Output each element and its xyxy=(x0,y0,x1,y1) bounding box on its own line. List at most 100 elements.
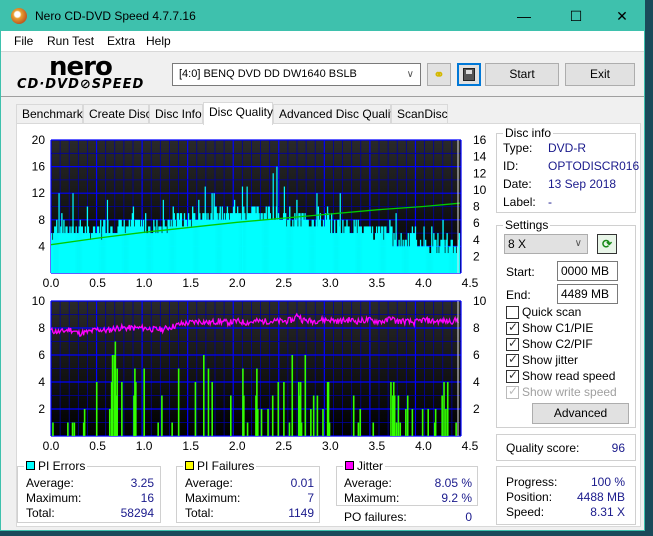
y2-tick-label: 8 xyxy=(473,200,480,214)
x-tick-label: 2.0 xyxy=(229,276,246,290)
pi-failure-bar xyxy=(243,395,245,436)
pi-failure-bar xyxy=(71,422,74,436)
x-tick-label: 4.0 xyxy=(415,439,432,453)
start-label: Start: xyxy=(506,265,535,279)
po-failures-label: PO failures: xyxy=(344,510,407,524)
pi-failures-max-value: 7 xyxy=(307,491,314,505)
position-value: 4488 MB xyxy=(576,490,625,504)
pi-failure-bar xyxy=(95,382,98,436)
pi-error-peak xyxy=(162,199,164,273)
show-c1-pie-label: Show C1/PIE xyxy=(522,321,594,335)
end-label: End: xyxy=(506,288,531,302)
pi-failure-bar xyxy=(310,409,312,436)
pi-error-peak xyxy=(246,186,248,273)
pi-failure-bar xyxy=(116,368,119,436)
show-write-speed-checkbox xyxy=(506,384,519,399)
x-tick-label: 4.5 xyxy=(462,439,479,453)
pi-failure-bar xyxy=(322,409,324,436)
jitter-avg-value: 8.05 % xyxy=(434,476,472,490)
pi-failure-bar xyxy=(421,409,424,436)
show-c2-pif-checkbox[interactable] xyxy=(506,336,519,351)
y-tick-label: 12 xyxy=(32,186,46,200)
y2-tick-label: 4 xyxy=(473,375,480,389)
pi-error-peak xyxy=(276,166,278,273)
disc-label-label: Label: xyxy=(503,195,536,209)
y-tick-label: 10 xyxy=(32,294,46,308)
pi-failures-max-label: Maximum: xyxy=(185,491,241,505)
pi-failure-bar xyxy=(157,422,159,436)
pi-failure-bar xyxy=(135,382,137,436)
pi-failure-bar xyxy=(405,409,407,436)
y-tick-label: 2 xyxy=(38,402,45,416)
jitter-swatch xyxy=(345,461,354,470)
pi-errors-avg-label: Average: xyxy=(26,476,74,490)
pi-error-peak xyxy=(272,173,274,273)
pi-failure-bar xyxy=(73,422,76,436)
speed-select[interactable]: 8 X ∨ xyxy=(504,234,588,254)
x-tick-label: 0.0 xyxy=(43,439,60,453)
advanced-button[interactable]: Advanced xyxy=(532,403,629,424)
pi-error-peak xyxy=(283,186,285,273)
pi-failure-bar xyxy=(312,395,315,436)
y2-tick-label: 2 xyxy=(473,402,480,416)
disc-type-label: Type: xyxy=(503,141,533,155)
y2-tick-label: 12 xyxy=(473,166,487,180)
show-read-speed-checkbox[interactable] xyxy=(506,368,519,383)
y2-tick-label: 8 xyxy=(473,321,480,335)
pi-errors-total-label: Total: xyxy=(26,506,55,520)
x-tick-label: 4.0 xyxy=(415,276,432,290)
pi-error-peak xyxy=(316,193,318,273)
disc-id-label: ID: xyxy=(503,159,519,173)
refresh-speed-button[interactable]: ⟳ xyxy=(597,234,617,254)
show-jitter-checkbox[interactable] xyxy=(506,352,519,367)
pi-errors-title: PI Errors xyxy=(24,459,88,473)
pi-errors-swatch xyxy=(26,461,35,470)
y2-tick-label: 2 xyxy=(473,249,480,263)
pi-failure-bar xyxy=(267,409,269,436)
pi-errors-max-value: 16 xyxy=(140,491,154,505)
pi-failure-bar xyxy=(443,382,445,436)
jitter-max-label: Maximum: xyxy=(344,491,400,505)
pi-failure-bar xyxy=(230,395,232,436)
show-c1-pie-checkbox[interactable] xyxy=(506,320,519,335)
pi-error-peak xyxy=(58,193,60,273)
pi-failure-bar xyxy=(291,355,294,436)
pi-failure-bar xyxy=(211,382,213,436)
pi-error-peak xyxy=(423,226,425,273)
pi-failures-swatch xyxy=(185,461,194,470)
x-tick-label: 3.0 xyxy=(322,276,339,290)
pi-failure-bar xyxy=(441,395,443,436)
quick-scan-checkbox[interactable] xyxy=(506,306,519,319)
pi-failure-bar xyxy=(300,422,303,436)
pi-failure-bar xyxy=(246,422,249,436)
x-tick-label: 3.0 xyxy=(322,439,339,453)
y-tick-label: 16 xyxy=(32,160,46,174)
pi-failure-bar xyxy=(446,382,449,436)
show-jitter-label: Show jitter xyxy=(522,353,579,367)
end-input[interactable]: 4489 MB xyxy=(557,284,618,304)
start-input[interactable]: 0000 MB xyxy=(557,261,618,281)
pi-error-peak xyxy=(72,193,74,273)
y2-tick-label: 6 xyxy=(473,216,480,230)
pi-failures-title: PI Failures xyxy=(183,459,257,473)
pi-failure-bar xyxy=(108,409,111,436)
y2-tick-label: 14 xyxy=(473,150,487,164)
pi-errors-total-value: 58294 xyxy=(120,506,154,520)
pi-failures-title-text: PI Failures xyxy=(197,459,255,473)
pi-failure-bar xyxy=(427,409,429,436)
pi-failure-bar xyxy=(207,368,210,436)
pi-failure-bar xyxy=(161,395,163,436)
pi-errors-avg-value: 3.25 xyxy=(130,476,154,490)
pi-failure-bar xyxy=(111,355,114,436)
pi-failure-bar xyxy=(257,409,259,436)
pi-failure-bar xyxy=(288,422,291,436)
show-c2-pif-label: Show C2/PIF xyxy=(522,337,593,351)
pi-error-bar xyxy=(458,233,461,273)
speed-value: 8.31 X xyxy=(590,505,625,519)
pi-failure-bar xyxy=(277,382,280,436)
y-tick-label: 4 xyxy=(38,375,45,389)
tab-disc-quality[interactable]: Disc Quality xyxy=(203,102,273,125)
x-tick-label: 0.5 xyxy=(89,276,106,290)
y-tick-label: 4 xyxy=(38,239,45,253)
pi-failure-bar xyxy=(395,422,398,436)
